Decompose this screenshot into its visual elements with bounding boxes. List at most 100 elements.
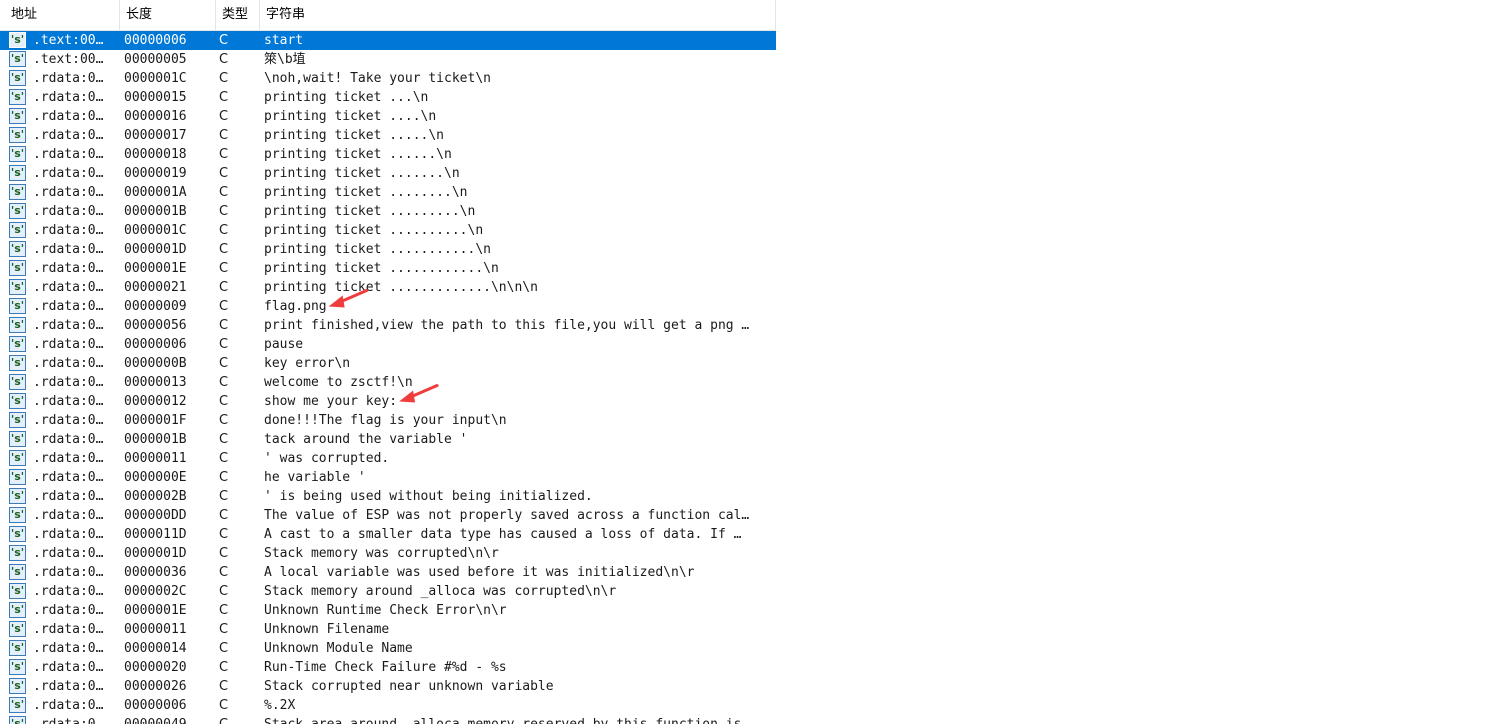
column-type-header[interactable]: 类型 xyxy=(216,0,260,30)
string-cell: he variable ' xyxy=(264,470,366,485)
string-cell: The value of ESP was not properly saved … xyxy=(264,508,750,523)
string-type-icon: 's' xyxy=(9,602,26,618)
string-type-icon: 's' xyxy=(9,146,26,162)
table-row[interactable]: 's' .rdata:0… 0000000B Ckey error\n xyxy=(0,354,776,373)
table-row[interactable]: 's' .rdata:0… 00000017 Cprinting ticket ...… xyxy=(0,126,776,145)
table-row[interactable]: 's' .rdata:0… 0000011D C A cast to a smaller… xyxy=(0,525,776,544)
table-row[interactable]: 's' .text:00… 00000006 Cstart xyxy=(0,31,776,50)
table-row[interactable]: 's' .rdata:0… 00000020 C Run-Time Check Fail… xyxy=(0,658,776,677)
string-type-icon: 's' xyxy=(9,222,26,238)
string-type-icon: 's' xyxy=(9,507,26,523)
string-type-icon: 's' xyxy=(9,526,26,542)
length-cell: 0000001E xyxy=(124,261,187,276)
address-cell: .rdata:0… xyxy=(33,432,104,447)
table-row[interactable]: 's' .rdata:0… 00000016 Cprinting ticket ...… xyxy=(0,107,776,126)
string-cell: print finished,view the path to this fil… xyxy=(264,318,750,333)
table-row[interactable]: 's' .rdata:0… 0000002B C ' is being used wit… xyxy=(0,487,776,506)
string-cell: ' is being used without being initialize… xyxy=(264,489,593,504)
table-row[interactable]: 's' .rdata:0… 000000DD C The value of ESP wa… xyxy=(0,506,776,525)
table-row[interactable]: 's' .rdata:0… 0000001F Cdone!!!The flag is … xyxy=(0,411,776,430)
table-row[interactable]: 's' .rdata:0… 00000009 Cflag.png xyxy=(0,297,776,316)
table-row[interactable]: 's' .rdata:0… 00000036 C A local variable wa… xyxy=(0,563,776,582)
table-row[interactable]: 's' .rdata:0… 0000001A Cprinting ticket ...… xyxy=(0,183,776,202)
string-type-icon: 's' xyxy=(9,697,26,713)
address-cell: .rdata:0… xyxy=(33,679,104,694)
table-row[interactable]: 's' .rdata:0… 00000006 Cpause xyxy=(0,335,776,354)
table-row[interactable]: 's' .rdata:0… 00000013 Cwelcome to zsctf!\n xyxy=(0,373,776,392)
type-cell: C xyxy=(219,128,229,143)
type-cell: C xyxy=(219,71,229,86)
string-type-icon: 's' xyxy=(9,393,26,409)
table-row[interactable]: 's' .rdata:0… 0000000E Che variable ' xyxy=(0,468,776,487)
table-row[interactable]: 's' .rdata:0… 00000012 Cshow me your key: xyxy=(0,392,776,411)
table-row[interactable]: 's' .rdata:0… 0000001C C \noh,wait! Take you… xyxy=(0,69,776,88)
length-cell: 00000026 xyxy=(124,679,187,694)
string-type-icon: 's' xyxy=(9,545,26,561)
table-row[interactable]: 's' .rdata:0… 00000049 C Stack area around _… xyxy=(0,715,776,724)
string-cell: Unknown Module Name xyxy=(264,641,413,656)
address-cell: .text:00… xyxy=(33,52,104,67)
table-row[interactable]: 's' .rdata:0… 00000006 C %.2X xyxy=(0,696,776,715)
table-row[interactable]: 's' .rdata:0… 0000001D C Stack memory was co… xyxy=(0,544,776,563)
table-row[interactable]: 's' .rdata:0… 00000026 C Stack corrupted nea… xyxy=(0,677,776,696)
type-cell: C xyxy=(219,299,229,314)
string-cell: show me your key: xyxy=(264,394,398,409)
table-row[interactable]: 's' .rdata:0… 0000002C C Stack memory around… xyxy=(0,582,776,601)
table-row[interactable]: 's' .rdata:0… 00000011 C ' was corrupted. xyxy=(0,449,776,468)
address-cell: .rdata:0… xyxy=(33,375,104,390)
address-cell: .rdata:0… xyxy=(33,166,104,181)
type-cell: C xyxy=(219,109,229,124)
length-cell: 00000006 xyxy=(124,337,187,352)
table-row[interactable]: 's' .rdata:0… 0000001E Cprinting ticket ...… xyxy=(0,259,776,278)
string-type-icon: 's' xyxy=(9,317,26,333)
string-cell: Unknown Runtime Check Error\n\r xyxy=(264,603,507,618)
string-cell: done!!!The flag is your input\n xyxy=(264,413,507,428)
string-type-icon: 's' xyxy=(9,184,26,200)
string-cell: printing ticket .............\n\n\n xyxy=(264,280,538,295)
table-row[interactable]: 's' .rdata:0… 00000056 Cprint finished,view… xyxy=(0,316,776,335)
type-cell: C xyxy=(219,147,229,162)
table-row[interactable]: 's' .rdata:0… 00000014 C Unknown Module Name xyxy=(0,639,776,658)
string-type-icon: 's' xyxy=(9,89,26,105)
table-row[interactable]: 's' .rdata:0… 0000001B Cprinting ticket ...… xyxy=(0,202,776,221)
table-row[interactable]: 's' .rdata:0… 00000015 Cprinting ticket ...… xyxy=(0,88,776,107)
length-cell: 0000001B xyxy=(124,204,187,219)
length-cell: 0000001E xyxy=(124,603,187,618)
type-cell: C xyxy=(219,223,229,238)
length-cell: 0000001A xyxy=(124,185,187,200)
string-cell: printing ticket .......\n xyxy=(264,166,460,181)
type-cell: C xyxy=(219,508,229,523)
table-row[interactable]: 's' .rdata:0… 0000001B Ctack around the var… xyxy=(0,430,776,449)
column-string-header[interactable]: 字符串 xyxy=(260,0,776,30)
length-cell: 00000005 xyxy=(124,52,187,67)
address-cell: .rdata:0… xyxy=(33,660,104,675)
length-cell: 00000021 xyxy=(124,280,187,295)
column-length-header[interactable]: 长度 xyxy=(120,0,216,30)
address-cell: .rdata:0… xyxy=(33,356,104,371)
table-row[interactable]: 's' .rdata:0… 00000019 Cprinting ticket ...… xyxy=(0,164,776,183)
type-cell: C xyxy=(219,242,229,257)
address-cell: .rdata:0… xyxy=(33,584,104,599)
string-cell: start xyxy=(264,33,304,48)
table-row[interactable]: 's' .rdata:0… 00000018 Cprinting ticket ...… xyxy=(0,145,776,164)
string-type-icon: 's' xyxy=(9,70,26,86)
column-address-header[interactable]: 地址 xyxy=(0,0,120,30)
type-cell: C xyxy=(219,318,229,333)
table-row[interactable]: 's' .rdata:0… 0000001C Cprinting ticket ...… xyxy=(0,221,776,240)
address-cell: .rdata:0… xyxy=(33,299,104,314)
table-row[interactable]: 's' .rdata:0… 0000001E C Unknown Runtime Che… xyxy=(0,601,776,620)
address-cell: .rdata:0… xyxy=(33,318,104,333)
table-row[interactable]: 's' .rdata:0… 00000011 C Unknown Filename xyxy=(0,620,776,639)
length-cell: 00000018 xyxy=(124,147,187,162)
type-cell: C xyxy=(219,375,229,390)
table-row[interactable]: 's' .text:00… 00000005 C 箂\b埴 xyxy=(0,50,776,69)
string-type-icon: 's' xyxy=(9,621,26,637)
string-cell: \noh,wait! Take your ticket\n xyxy=(264,71,491,86)
table-row[interactable]: 's' .rdata:0… 00000021 Cprinting ticket ...… xyxy=(0,278,776,297)
string-type-icon: 's' xyxy=(9,51,26,67)
string-cell: welcome to zsctf!\n xyxy=(264,375,413,390)
string-cell: key error\n xyxy=(264,356,351,371)
address-cell: .rdata:0… xyxy=(33,715,117,724)
column-header: 地址 长度 类型 字符串 xyxy=(0,0,776,31)
table-row[interactable]: 's' .rdata:0… 0000001D Cprinting ticket ...… xyxy=(0,240,776,259)
